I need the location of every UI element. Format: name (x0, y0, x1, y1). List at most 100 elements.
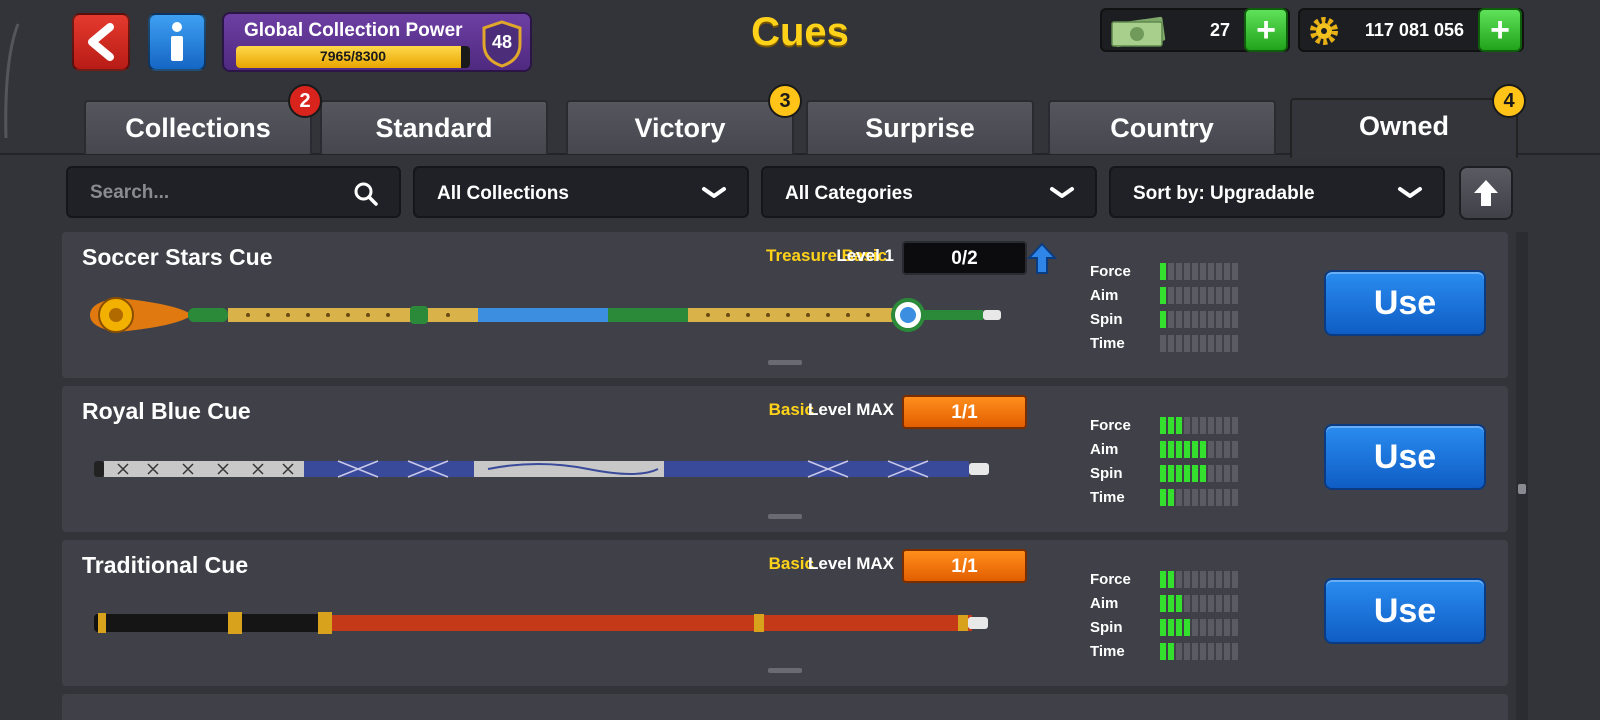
tab-badge-collections: 2 (288, 84, 322, 118)
cash-value: 27 (1209, 20, 1230, 40)
cash-display: 27 + (1100, 8, 1290, 52)
stat-label-aim: Aim (1090, 595, 1119, 612)
scroll-thumb[interactable] (1518, 484, 1526, 494)
use-button[interactable]: Use (1324, 578, 1486, 644)
time-bar (1160, 643, 1238, 660)
add-cash-button[interactable]: + (1244, 8, 1288, 52)
stat-segment (1208, 263, 1214, 280)
stat-segment (1232, 287, 1238, 304)
stat-label-spin: Spin (1090, 311, 1123, 328)
stat-segment (1216, 619, 1222, 636)
stat-segment (1160, 287, 1166, 304)
stat-segment (1184, 335, 1190, 352)
stat-segment (1176, 465, 1182, 482)
stat-label-time: Time (1090, 489, 1125, 506)
aim-bar (1160, 287, 1238, 304)
tab-label: Standard (375, 113, 493, 143)
cue-name: Traditional Cue (82, 552, 249, 578)
cue-list[interactable]: Soccer Stars Cue Treasure Basic Level 1 … (62, 232, 1508, 720)
stat-segment (1160, 595, 1166, 612)
collection-dropdown-value: All Collections (437, 183, 569, 204)
stat-segment (1192, 335, 1198, 352)
back-arrow-icon (88, 23, 114, 61)
stat-segment (1200, 465, 1206, 482)
stat-segment (1216, 417, 1222, 434)
stat-segment (1184, 571, 1190, 588)
search-box[interactable] (66, 166, 401, 218)
global-collection-power[interactable]: Global Collection Power 7965/8300 48 (222, 12, 532, 72)
tab-victory[interactable]: Victory (566, 100, 794, 154)
stat-segment (1216, 643, 1222, 660)
stat-segment (1160, 335, 1166, 352)
stat-segment (1232, 643, 1238, 660)
sort-dropdown[interactable]: Sort by: Upgradable (1109, 166, 1445, 218)
stat-segment (1192, 465, 1198, 482)
stat-segment (1224, 311, 1230, 328)
stat-segment (1200, 335, 1206, 352)
collection-dropdown[interactable]: All Collections (413, 166, 749, 218)
stat-segment (1176, 263, 1182, 280)
stat-segment (1208, 417, 1214, 434)
tab-label: Country (1110, 113, 1214, 143)
stat-segment (1184, 441, 1190, 458)
search-icon[interactable] (353, 181, 379, 207)
collection-power-progress: 7965/8300 (319, 48, 387, 64)
cue-name: Soccer Stars Cue (82, 244, 273, 270)
tab-standard[interactable]: Standard (320, 100, 548, 154)
stat-segment (1192, 287, 1198, 304)
stat-segment (1224, 643, 1230, 660)
cue-progress: 1/1 (902, 395, 1027, 429)
stat-segment (1184, 417, 1190, 434)
stat-segment (1176, 595, 1182, 612)
use-button[interactable]: Use (1324, 424, 1486, 490)
stat-segment (1208, 571, 1214, 588)
time-bar (1160, 335, 1238, 352)
search-input[interactable] (90, 180, 320, 206)
list-scrollbar[interactable] (1516, 232, 1528, 720)
stat-segment (1224, 619, 1230, 636)
stat-label-force: Force (1090, 417, 1131, 434)
stat-segment (1176, 311, 1182, 328)
info-button[interactable] (148, 13, 206, 71)
stat-segment (1192, 571, 1198, 588)
stat-segment (1168, 595, 1174, 612)
stat-segment (1216, 287, 1222, 304)
coins-value: 117 081 056 (1364, 20, 1464, 40)
stat-segment (1160, 619, 1166, 636)
spin-bar (1160, 465, 1238, 482)
tab-owned[interactable]: Owned (1290, 98, 1518, 158)
time-bar (1160, 489, 1238, 506)
traditional-cue-image (94, 612, 988, 634)
edge-decoration (4, 23, 20, 139)
stat-segment (1168, 335, 1174, 352)
cue-progress: 0/2 (902, 241, 1027, 275)
coins-display: 117 081 056 + (1298, 8, 1524, 52)
tab-surprise[interactable]: Surprise (806, 100, 1034, 154)
cue-category: Basic (768, 400, 814, 419)
add-coins-button[interactable]: + (1478, 8, 1522, 52)
tab-country[interactable]: Country (1048, 100, 1276, 154)
stat-label-aim: Aim (1090, 287, 1119, 304)
stat-segment (1176, 489, 1182, 506)
use-button[interactable]: Use (1324, 270, 1486, 336)
stat-segment (1184, 619, 1190, 636)
info-icon (171, 22, 183, 61)
sort-direction-button[interactable] (1459, 166, 1513, 220)
stat-segment (1168, 465, 1174, 482)
row-handle (768, 514, 802, 519)
stat-segment (1168, 441, 1174, 458)
tab-badge-owned: 4 (1492, 84, 1526, 118)
back-button[interactable] (72, 13, 130, 71)
stat-segment (1232, 441, 1238, 458)
stat-segment (1232, 595, 1238, 612)
arrow-up-icon (1474, 180, 1498, 206)
stat-segment (1200, 619, 1206, 636)
tab-collections[interactable]: Collections (84, 100, 312, 154)
stat-segment (1160, 571, 1166, 588)
stat-segment (1232, 465, 1238, 482)
stat-segment (1232, 335, 1238, 352)
category-dropdown[interactable]: All Categories (761, 166, 1097, 218)
stat-segment (1200, 571, 1206, 588)
stat-segment (1192, 417, 1198, 434)
upgrade-arrow-icon[interactable] (1027, 242, 1057, 276)
